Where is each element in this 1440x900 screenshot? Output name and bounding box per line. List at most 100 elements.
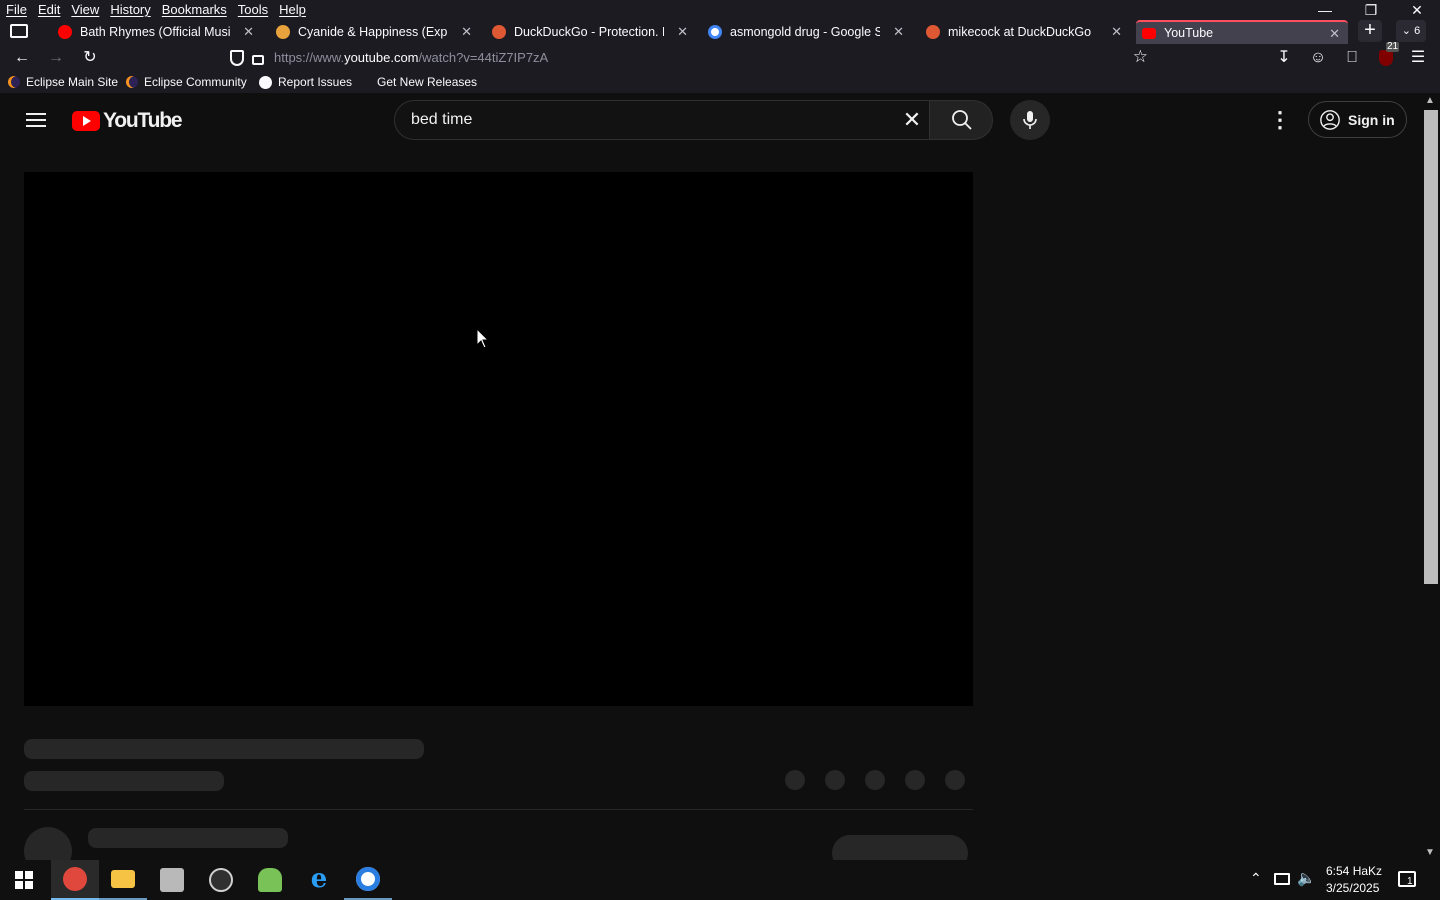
channel-placeholder (24, 771, 224, 791)
bookmark-label: Eclipse Main Site (26, 75, 119, 89)
notification-count: 1 (1407, 876, 1413, 887)
scroll-up-icon[interactable]: ▲ (1425, 95, 1435, 106)
tab[interactable]: mikecock at DuckDuckGo ✕ (920, 20, 1130, 44)
restore-button[interactable]: ❐ (1348, 0, 1394, 20)
sign-in-button[interactable]: Sign in (1308, 101, 1407, 138)
minimize-button[interactable]: — (1302, 0, 1348, 20)
taskbar-obs-button[interactable] (197, 860, 245, 900)
bookmark-item[interactable]: Report Issues (259, 72, 352, 92)
youtube-logo[interactable]: YouTube (72, 109, 183, 133)
notification-center-icon[interactable]: 1 (1398, 871, 1416, 887)
volume-icon[interactable]: 🔈 (1297, 869, 1316, 887)
android-icon (258, 868, 282, 892)
close-tab-icon[interactable]: ✕ (1111, 24, 1122, 40)
taskbar-app-store-button[interactable] (344, 860, 392, 900)
search-input[interactable]: bed time (411, 101, 472, 139)
tab-title: DuckDuckGo - Protection. Priv (514, 25, 664, 39)
close-tab-icon[interactable]: ✕ (893, 24, 904, 40)
tab[interactable]: DuckDuckGo - Protection. Priv ✕ (486, 20, 696, 44)
folder-icon (111, 870, 135, 888)
youtube-page: YouTube bed time ✕ ⋮ Sign in (0, 93, 1422, 860)
eclipse-icon (8, 76, 20, 88)
search-box[interactable]: bed time ✕ (394, 100, 930, 140)
avatar-placeholder (24, 827, 72, 860)
bookmark-item[interactable]: Eclipse Community (126, 72, 247, 92)
microphone-icon (1023, 111, 1037, 129)
address-bar[interactable]: https://www.youtube.com/watch?v=44tiZ7IP… (224, 45, 1158, 71)
clock-date: 3/25/2025 (1326, 881, 1380, 895)
tab[interactable]: Cyanide & Happiness (Explosm ✕ (270, 20, 480, 44)
taskbar-internet-explorer-button[interactable]: e (295, 860, 343, 900)
menu-view[interactable]: View (71, 0, 99, 20)
settings-more-icon[interactable]: ⋮ (1266, 107, 1294, 135)
reload-icon[interactable]: ↻ (78, 46, 102, 70)
clock-time: 6:54 HaKz (1326, 864, 1383, 878)
windows-taskbar: e ⌃ 🔈 6:54 HaKz 3/25/2025 1 (0, 860, 1440, 900)
guide-menu-icon[interactable] (22, 109, 50, 133)
tab[interactable]: asmongold drug - Google Sea ✕ (702, 20, 912, 44)
action-placeholder (945, 770, 965, 790)
menu-tools[interactable]: Tools (238, 0, 268, 20)
subscribe-placeholder (832, 835, 968, 860)
url-text: https://www.youtube.com/watch?v=44tiZ7IP… (274, 50, 549, 65)
taskbar-file-explorer-button[interactable] (99, 860, 147, 900)
taskbar-waterfox-button[interactable] (51, 860, 99, 900)
menu-help[interactable]: Help (279, 0, 306, 20)
close-tab-icon[interactable]: ✕ (677, 24, 688, 40)
list-all-tabs-button[interactable]: ⌄ 6 (1396, 20, 1426, 42)
taskbar-app-button[interactable] (148, 860, 196, 900)
menu-bookmarks[interactable]: Bookmarks (162, 0, 227, 20)
eclipse-icon (126, 76, 138, 88)
bookmark-item[interactable]: Eclipse Main Site (8, 72, 118, 92)
lock-icon[interactable] (252, 55, 264, 65)
system-clock[interactable]: 6:54 HaKz 3/25/2025 (1326, 863, 1382, 897)
clear-search-icon[interactable]: ✕ (901, 109, 923, 131)
bookmark-star-icon[interactable]: ☆ (1133, 47, 1148, 67)
search-button[interactable] (929, 100, 993, 140)
duckduckgo-icon (926, 25, 940, 39)
tab-title: asmongold drug - Google Sea (730, 25, 880, 39)
forward-icon[interactable]: → (44, 46, 68, 70)
bookmark-label: Report Issues (278, 75, 353, 89)
tab[interactable]: Bath Rhymes (Official Music V ✕ (52, 20, 262, 44)
internet-explorer-icon: e (310, 864, 328, 894)
extension-badge: 21 (1386, 41, 1400, 52)
taskbar-android-studio-button[interactable] (246, 860, 294, 900)
tracking-protection-shield-icon[interactable] (230, 50, 244, 66)
tab-title: YouTube (1164, 26, 1214, 40)
new-tab-button[interactable]: + (1358, 20, 1382, 42)
menu-history[interactable]: History (110, 0, 150, 20)
network-icon[interactable] (1274, 873, 1290, 885)
scrollbar-thumb[interactable] (1424, 110, 1438, 584)
ublock-extension-icon[interactable]: 21 (1374, 42, 1400, 70)
youtube-icon (1142, 27, 1156, 39)
action-placeholder (865, 770, 885, 790)
back-icon[interactable]: ← (10, 46, 34, 70)
menu-bar: File Edit View History Bookmarks Tools H… (0, 0, 311, 20)
extensions-icon[interactable]: ⎕ (1340, 46, 1364, 70)
video-player[interactable] (24, 172, 973, 706)
start-button[interactable] (0, 860, 48, 900)
logo-text: YouTube (103, 109, 183, 132)
downloads-icon[interactable]: ↧ (1272, 46, 1296, 70)
menu-edit[interactable]: Edit (38, 0, 60, 20)
account-icon[interactable]: ☺ (1306, 46, 1330, 70)
tab-title: Bath Rhymes (Official Music V (80, 25, 230, 39)
navigation-bar: ← → ↻ https://www.youtube.com/watch?v=44… (0, 42, 1440, 72)
close-tab-icon[interactable]: ✕ (1329, 26, 1340, 42)
voice-search-button[interactable] (1010, 100, 1050, 140)
close-tab-icon[interactable]: ✕ (461, 24, 472, 40)
app-menu-icon[interactable]: ☰ (1406, 46, 1430, 70)
action-placeholder (785, 770, 805, 790)
close-tab-icon[interactable]: ✕ (243, 24, 254, 40)
tab-overview-icon[interactable] (10, 24, 28, 38)
show-hidden-icons-icon[interactable]: ⌃ (1250, 870, 1262, 887)
scroll-down-icon[interactable]: ▼ (1425, 847, 1435, 858)
sign-in-label: Sign in (1348, 111, 1395, 128)
search-icon (952, 110, 972, 130)
tab-active[interactable]: YouTube ✕ (1136, 20, 1348, 44)
bookmark-item[interactable]: Get New Releases (377, 72, 477, 92)
close-window-button[interactable]: ✕ (1394, 0, 1440, 20)
menu-file[interactable]: File (6, 0, 27, 20)
tab-strip: Bath Rhymes (Official Music V ✕ Cyanide … (0, 20, 1440, 44)
